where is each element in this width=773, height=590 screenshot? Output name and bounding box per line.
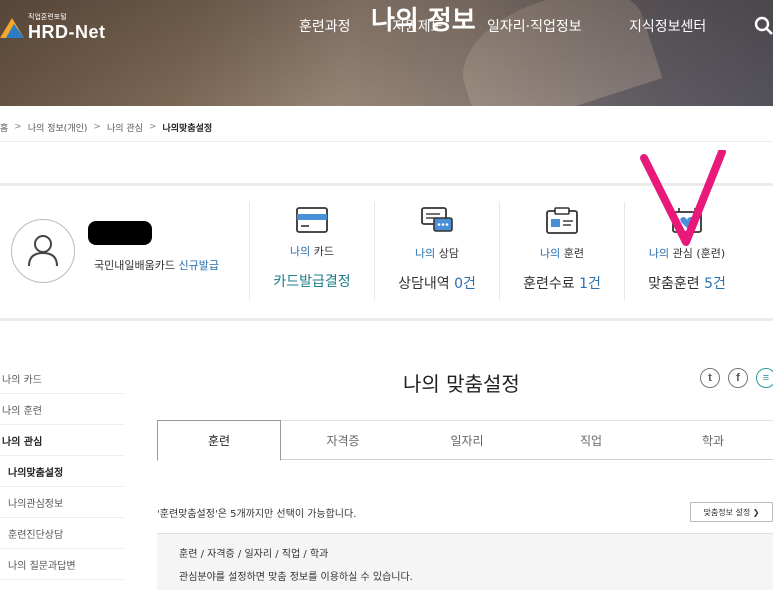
stat-my-counsel[interactable]: 나의 상담 상담내역 0건 (375, 206, 499, 293)
breadcrumb: 홈 > 나의 정보(개인) > 나의 관심 > 나의맞춤설정 (0, 117, 212, 137)
tab-training[interactable]: 훈련 (157, 420, 281, 461)
tab-major[interactable]: 학과 (653, 420, 773, 460)
nav-knowledge[interactable]: 지식정보센터 (629, 16, 706, 36)
custom-setting-button[interactable]: 맞춤정보 설정 ❯ (690, 502, 773, 522)
chevron-right-icon: > (148, 122, 157, 132)
notice-text: '훈련맞춤설정'은 5개까지만 선택이 가능합니다. (157, 509, 357, 520)
sidebar-item-my-training[interactable]: 나의 훈련 (0, 394, 124, 425)
info-description: 관심분야를 설정하면 맞춤 정보를 이용하실 수 있습니다. (179, 572, 413, 583)
breadcrumb-current: 나의맞춤설정 (162, 123, 213, 134)
tab-jobs[interactable]: 일자리 (405, 420, 529, 460)
header-banner: 직업훈련포털 HRD-Net 훈련과정 지원제도 일자리·직업정보 지식정보센터… (0, 0, 773, 106)
user-icon (28, 235, 58, 267)
card-icon (296, 207, 328, 233)
stat-my-training[interactable]: 나의 훈련 훈련수료 1건 (500, 206, 624, 293)
section-title: 나의 맞춤설정 (403, 372, 520, 396)
heart-box-icon (672, 208, 702, 233)
redacted-username (88, 221, 152, 245)
twitter-icon[interactable]: t (700, 368, 720, 388)
sidebar-item-my-card[interactable]: 나의 카드 (0, 363, 124, 394)
sidebar-item-interest-info[interactable]: 나의관심정보 (0, 487, 124, 518)
breadcrumb-home[interactable]: 홈 (0, 121, 8, 134)
training-icon (546, 207, 578, 234)
avatar (11, 219, 75, 283)
stat-value: 훈련수료 1건 (523, 276, 601, 292)
page-title: 나의 정보 (371, 6, 476, 36)
sidebar-item-custom-settings[interactable]: 나의맞춤설정 (0, 456, 124, 487)
info-box: 훈련 / 자격증 / 일자리 / 직업 / 학과 관심분야를 설정하면 맞춤 정… (157, 533, 773, 590)
share-icon[interactable]: ≡ (756, 368, 773, 388)
tab-occupation[interactable]: 직업 (529, 420, 653, 460)
search-icon[interactable] (754, 16, 773, 35)
nav-jobs[interactable]: 일자리·직업정보 (487, 16, 582, 36)
logo-name: HRD-Net (28, 22, 106, 42)
divider (0, 141, 773, 142)
tab-bar: 훈련 자격증 일자리 직업 학과 (157, 420, 773, 461)
stat-value: 카드발급결정 (273, 274, 351, 290)
site-logo[interactable]: 직업훈련포털 HRD-Net (0, 12, 120, 42)
logo-subtitle: 직업훈련포털 (28, 13, 67, 21)
divider (0, 183, 773, 186)
sidebar-item-diagnosis[interactable]: 훈련진단상담 (0, 518, 124, 549)
stat-my-card[interactable]: 나의 카드 카드발급결정 (250, 206, 374, 291)
divider (0, 318, 773, 321)
sidebar-item-qna[interactable]: 나의 질문과답변 (0, 549, 124, 580)
info-categories: 훈련 / 자격증 / 일자리 / 직업 / 학과 (179, 549, 329, 560)
stat-value: 상담내역 0건 (398, 276, 476, 292)
new-card-link[interactable]: 신규발급 (178, 259, 218, 272)
facebook-icon[interactable]: f (728, 368, 748, 388)
logo-mark-icon (0, 18, 24, 38)
chevron-right-icon: > (14, 122, 22, 132)
chat-icon (421, 207, 453, 232)
chevron-right-icon: > (93, 122, 101, 132)
breadcrumb-my-info[interactable]: 나의 정보(개인) (28, 121, 88, 134)
sidebar-item-my-interest[interactable]: 나의 관심 (0, 425, 124, 456)
nav-training[interactable]: 훈련과정 (299, 16, 351, 36)
breadcrumb-my-interest[interactable]: 나의 관심 (107, 121, 143, 134)
tab-certificate[interactable]: 자격증 (281, 420, 405, 460)
stat-my-interest[interactable]: 나의 관심 (훈련) 맞춤훈련 5건 (625, 206, 749, 293)
stat-value: 맞춤훈련 5건 (648, 276, 726, 292)
card-status: 국민내일배움카드 신규발급 (94, 259, 219, 272)
